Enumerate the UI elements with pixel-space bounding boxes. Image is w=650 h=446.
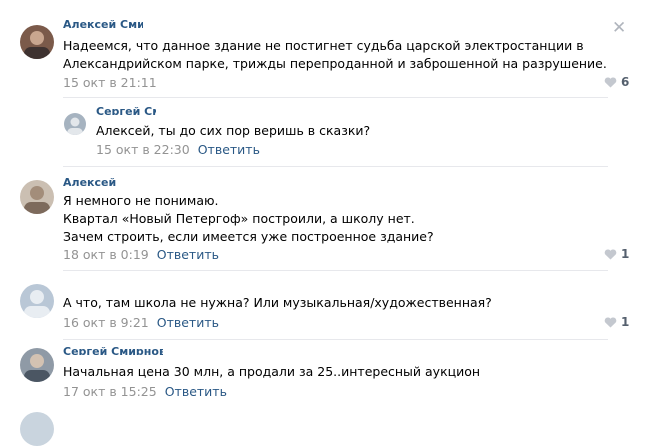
comment-text: А что, там школа не нужна? Или музыкальн… bbox=[63, 294, 492, 312]
separator bbox=[63, 339, 608, 340]
avatar[interactable] bbox=[64, 113, 86, 135]
comment-text: Алексей, ты до сих пор веришь в сказки? bbox=[96, 122, 370, 140]
comment-text-line: Квартал «Новый Петергоф» построили, а шк… bbox=[63, 211, 415, 226]
avatar[interactable] bbox=[20, 25, 54, 59]
avatar[interactable] bbox=[20, 180, 54, 214]
comment-meta: 18 окт в 0:19 Ответить bbox=[63, 247, 219, 262]
comment-text-line: Алексей, ты до сих пор веришь в сказки? bbox=[96, 123, 371, 138]
comment-meta: 15 окт в 21:11 bbox=[63, 75, 157, 90]
like-count: 1 bbox=[621, 315, 630, 329]
comment-meta: 17 окт в 15:25 Ответить bbox=[63, 384, 227, 399]
comment-text-line: Александрийском парке, трижды перепродан… bbox=[63, 56, 607, 71]
reply-button[interactable]: Ответить bbox=[157, 247, 219, 262]
comment-meta: 15 окт в 22:30 Ответить bbox=[96, 142, 260, 157]
comment-text: Начальная цена 30 млн, а продали за 25..… bbox=[63, 363, 480, 381]
like-button[interactable]: 1 bbox=[604, 247, 629, 261]
like-button[interactable]: 1 bbox=[604, 315, 629, 329]
comment-author[interactable]: Алексей bbox=[63, 178, 163, 186]
comment-text-line: Начальная цена 30 млн, а продали за 25..… bbox=[63, 364, 481, 379]
comment-date[interactable]: 16 окт в 9:21 bbox=[63, 315, 149, 330]
like-button[interactable]: 6 bbox=[604, 75, 629, 89]
reply-button[interactable]: Ответить bbox=[157, 315, 219, 330]
avatar[interactable] bbox=[20, 412, 54, 446]
heart-icon bbox=[604, 248, 617, 259]
comment-date[interactable]: 15 окт в 22:30 bbox=[96, 142, 190, 157]
heart-icon bbox=[604, 76, 617, 87]
separator bbox=[63, 270, 608, 271]
comment-author[interactable]: Алексей Смит bbox=[63, 20, 143, 28]
comment-date[interactable]: 15 окт в 21:11 bbox=[63, 75, 157, 90]
comment-date[interactable]: 17 окт в 15:25 bbox=[63, 384, 157, 399]
comment-text: Надеемся, что данное здание не постигнет… bbox=[63, 37, 607, 73]
comment-text-line: А что, там школа не нужна? Или музыкальн… bbox=[63, 295, 492, 310]
comment-meta: 16 окт в 9:21 Ответить bbox=[63, 315, 219, 330]
comment-author[interactable]: Сергей Смирнов bbox=[63, 347, 163, 355]
comment-author[interactable]: Сергей Смирнов bbox=[96, 107, 156, 115]
comment-text: Я немного не понимаю. Квартал «Новый Пет… bbox=[63, 192, 434, 246]
comment-text-line: Я немного не понимаю. bbox=[63, 193, 219, 208]
close-icon[interactable]: ✕ bbox=[612, 20, 626, 37]
reply-button[interactable]: Ответить bbox=[198, 142, 260, 157]
reply-button[interactable]: Ответить bbox=[165, 384, 227, 399]
separator bbox=[63, 166, 608, 167]
like-count: 1 bbox=[621, 247, 630, 261]
like-count: 6 bbox=[621, 75, 630, 89]
separator bbox=[63, 97, 608, 98]
comment-text-line: Зачем строить, если имеется уже построен… bbox=[63, 229, 434, 244]
comment-date[interactable]: 18 окт в 0:19 bbox=[63, 247, 149, 262]
comment-text-line: Надеемся, что данное здание не постигнет… bbox=[63, 38, 584, 53]
avatar[interactable] bbox=[20, 348, 54, 382]
avatar[interactable] bbox=[20, 284, 54, 318]
heart-icon bbox=[604, 316, 617, 327]
